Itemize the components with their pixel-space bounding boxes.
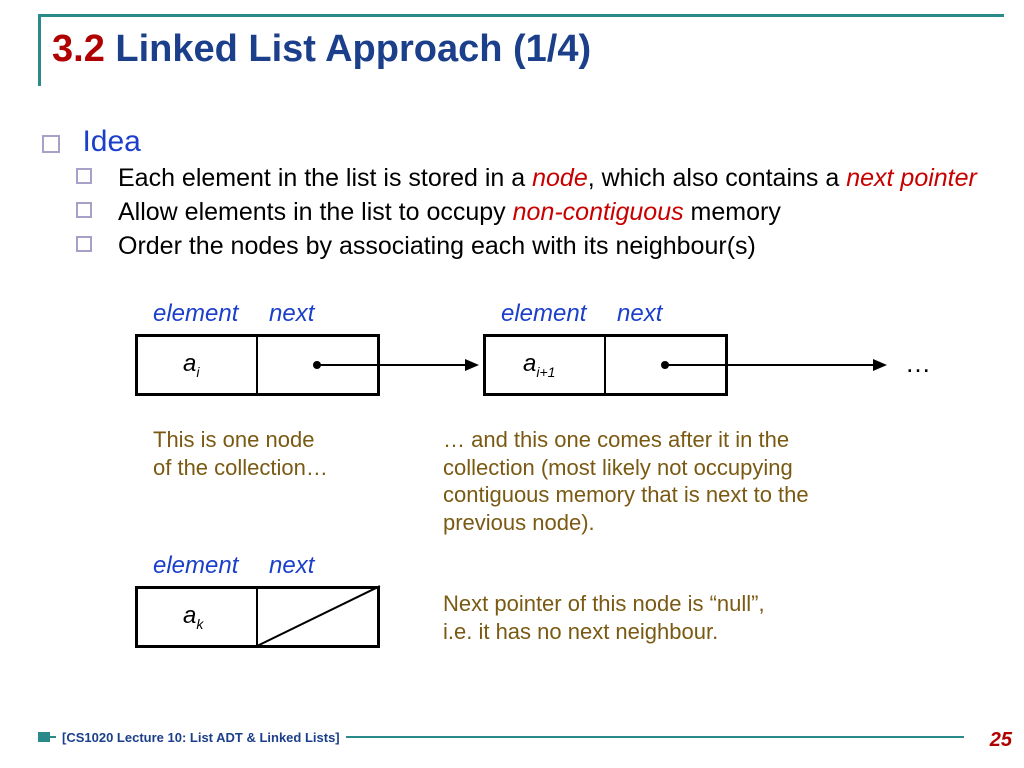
text: Order the nodes by associating each with…: [118, 232, 756, 260]
em-node: node: [532, 164, 588, 192]
text: memory: [684, 198, 781, 226]
label-element: element: [501, 300, 586, 328]
list-item: Order the nodes by associating each with…: [76, 230, 984, 262]
node-box-last: [135, 586, 380, 648]
idea-label: Idea: [82, 125, 140, 158]
label-next: next: [269, 300, 314, 328]
ellipsis: …: [905, 348, 931, 379]
em-noncontiguous: non-contiguous: [513, 198, 684, 226]
label-element: element: [153, 552, 238, 580]
frame-left: [38, 14, 41, 86]
label-next: next: [617, 300, 662, 328]
bullet-list: Each element in the list is stored in a …: [76, 162, 984, 264]
footer-label: [CS1020 Lecture 10: List ADT & Linked Li…: [56, 730, 346, 745]
slide-title: 3.2 Linked List Approach (1/4): [52, 28, 591, 71]
node-divider: [256, 334, 258, 396]
text: Each element in the list is stored in a: [118, 164, 532, 192]
arrow-line: [665, 364, 875, 366]
text: Allow elements in the list to occupy: [118, 198, 513, 226]
caption-node1: This is one node of the collection…: [153, 426, 383, 481]
caption-node2: … and this one comes after it in the col…: [443, 426, 883, 537]
idea-heading: Idea: [42, 125, 141, 159]
label-next: next: [269, 552, 314, 580]
node-value-ak: ak: [183, 602, 203, 632]
arrow-head-icon: [465, 359, 479, 371]
bullet-icon: [76, 236, 92, 252]
node-divider: [256, 586, 258, 648]
em-next-pointer: next pointer: [846, 164, 977, 192]
caption-null: Next pointer of this node is “null”, i.e…: [443, 590, 863, 645]
node-value-ai1: ai+1: [523, 350, 555, 380]
node-divider: [604, 334, 606, 396]
footer-tick: [38, 732, 50, 742]
list-item: Allow elements in the list to occupy non…: [76, 196, 984, 228]
list-item: Each element in the list is stored in a …: [76, 162, 984, 194]
page-number: 25: [990, 729, 1012, 752]
text: , which also contains a: [588, 164, 846, 192]
label-element: element: [153, 300, 238, 328]
section-number: 3.2: [52, 28, 105, 70]
bullet-icon: [76, 168, 92, 184]
arrow-head-icon: [873, 359, 887, 371]
bullet-icon: [42, 135, 60, 153]
title-text: Linked List Approach (1/4): [105, 28, 591, 70]
node-value-ai: ai: [183, 350, 199, 380]
frame-top: [38, 14, 1004, 17]
bullet-icon: [76, 202, 92, 218]
arrow-line: [317, 364, 467, 366]
